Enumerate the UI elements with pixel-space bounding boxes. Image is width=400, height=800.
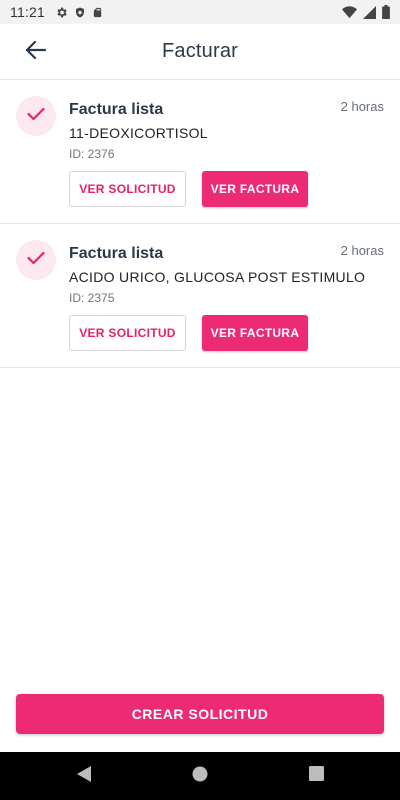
nav-recents-button[interactable]: [306, 766, 326, 786]
invoice-card: Factura lista 2 horas 11-DEOXICORTISOL I…: [0, 80, 400, 224]
gear-icon: [55, 6, 68, 19]
create-request-button[interactable]: CREAR SOLICITUD: [16, 694, 384, 734]
invoice-time: 2 horas: [340, 99, 384, 114]
home-circle-icon: [192, 766, 208, 787]
view-request-button[interactable]: VER SOLICITUD: [69, 171, 186, 207]
arrow-left-icon: [25, 40, 47, 64]
invoice-status: Factura lista: [69, 245, 164, 262]
invoice-id: ID: 2376: [69, 147, 115, 161]
system-nav-bar: [0, 752, 400, 800]
back-button[interactable]: [22, 38, 50, 66]
invoice-description: ACIDO URICO, GLUCOSA POST ESTIMULO: [69, 269, 366, 285]
invoice-card: Factura lista 2 horas ACIDO URICO, GLUCO…: [0, 224, 400, 368]
status-indicator: [16, 96, 56, 136]
invoice-time: 2 horas: [340, 243, 384, 258]
invoice-status: Factura lista: [69, 101, 164, 118]
shield-icon: [74, 6, 86, 19]
page-title: Facturar: [161, 40, 239, 62]
sd-card-icon: [92, 6, 103, 19]
recents-square-icon: [308, 766, 324, 786]
check-icon: [27, 107, 45, 126]
invoice-id: ID: 2375: [69, 291, 115, 305]
app-bar: Facturar: [0, 24, 400, 80]
view-invoice-button[interactable]: VER FACTURA: [202, 171, 308, 207]
signal-icon: [363, 5, 376, 19]
battery-icon: [382, 5, 390, 19]
status-bar: 11:21: [0, 0, 400, 24]
view-invoice-button[interactable]: VER FACTURA: [202, 315, 308, 351]
check-icon: [27, 251, 45, 270]
nav-home-button[interactable]: [190, 766, 210, 786]
nav-back-button[interactable]: [74, 765, 94, 788]
invoice-description: 11-DEOXICORTISOL: [69, 125, 208, 141]
view-request-button[interactable]: VER SOLICITUD: [69, 315, 186, 351]
status-indicator: [16, 240, 56, 280]
status-time: 11:21: [10, 4, 45, 20]
wifi-icon: [342, 5, 357, 19]
back-triangle-icon: [76, 765, 92, 788]
invoice-list: Factura lista 2 horas 11-DEOXICORTISOL I…: [0, 80, 400, 368]
